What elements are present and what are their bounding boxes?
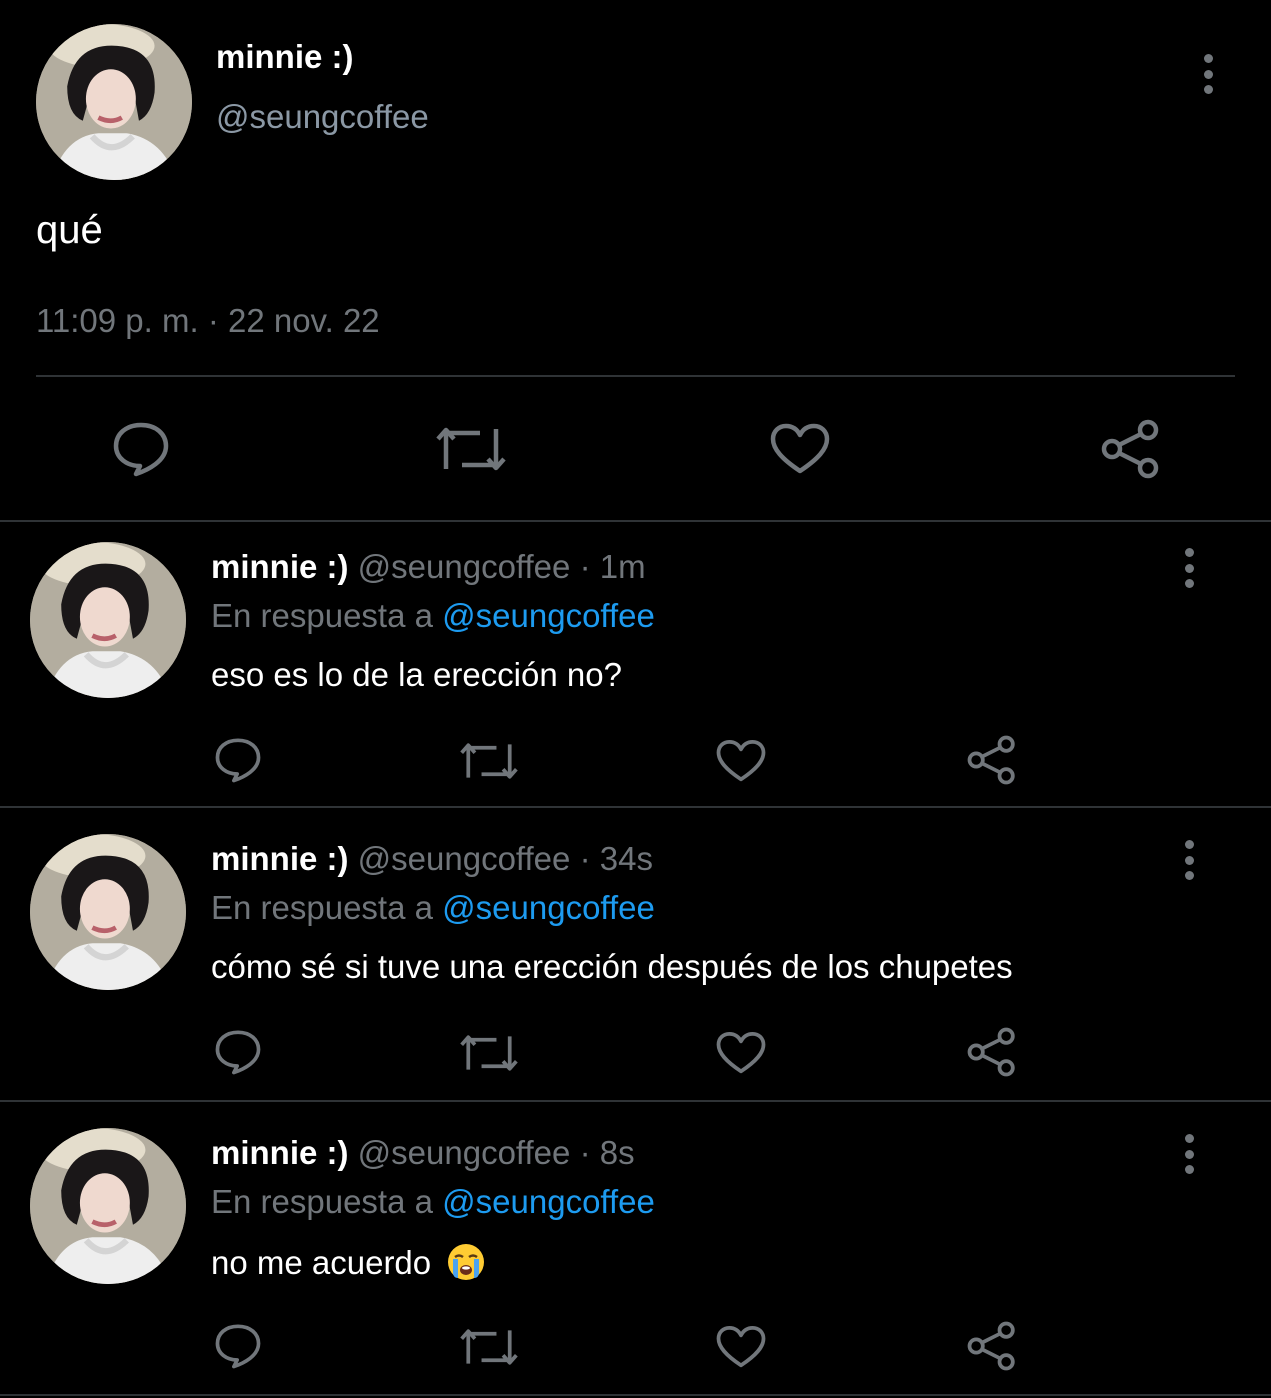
divider [36, 375, 1235, 377]
author-handle[interactable]: @seungcoffee [216, 98, 429, 136]
author-name[interactable]: minnie :) [216, 38, 354, 76]
reply-tweet[interactable]: minnie :) @seungcoffee · 8s En respuesta… [0, 1106, 1271, 1398]
avatar-photo [30, 1128, 186, 1284]
tweet-text: qué [36, 208, 103, 252]
tweet-text: cómo sé si tuve una erección después de … [211, 948, 1013, 985]
reply-header: minnie :) @seungcoffee · 8s [211, 1134, 635, 1172]
reply-tweet[interactable]: minnie :) @seungcoffee · 34s En respuest… [0, 812, 1271, 1104]
tweet-text: eso es lo de la erección no? [211, 656, 622, 693]
reply-prefix: En respuesta a [211, 889, 433, 926]
reply-context: En respuesta a @seungcoffee [211, 597, 655, 635]
like-icon[interactable] [716, 1325, 766, 1369]
share-icon[interactable] [1100, 419, 1162, 479]
divider [0, 806, 1271, 808]
tweet-text: no me acuerdo [211, 1244, 432, 1281]
divider [0, 1100, 1271, 1102]
reply-to-link[interactable]: @seungcoffee [442, 889, 655, 926]
reply-icon[interactable] [214, 737, 262, 783]
reply-context: En respuesta a @seungcoffee [211, 889, 655, 927]
tweet-actions [0, 1321, 1271, 1377]
reply-time[interactable]: 8s [600, 1134, 635, 1171]
more-options-icon[interactable] [1177, 548, 1201, 588]
loudly-crying-face-icon [446, 1242, 486, 1282]
author-handle[interactable]: @seungcoffee [358, 840, 571, 877]
separator: · [579, 548, 591, 585]
reply-tweet[interactable]: minnie :) @seungcoffee · 1m En respuesta… [0, 520, 1271, 812]
avatar-photo [30, 834, 186, 990]
reply-icon[interactable] [214, 1029, 262, 1075]
tweet-actions [0, 735, 1271, 791]
separator: · [579, 1134, 591, 1171]
reply-header: minnie :) @seungcoffee · 1m [211, 548, 646, 586]
reply-to-link[interactable]: @seungcoffee [442, 1183, 655, 1220]
more-options-icon[interactable] [1177, 840, 1201, 880]
tweet-actions [0, 1027, 1271, 1083]
author-name[interactable]: minnie :) [211, 840, 349, 877]
retweet-icon[interactable] [460, 741, 518, 781]
reply-prefix: En respuesta a [211, 1183, 433, 1220]
like-icon[interactable] [770, 423, 830, 475]
reply-header: minnie :) @seungcoffee · 34s [211, 840, 653, 878]
like-icon[interactable] [716, 1031, 766, 1075]
reply-context: En respuesta a @seungcoffee [211, 1183, 655, 1221]
avatar-photo [30, 542, 186, 698]
share-icon[interactable] [966, 1321, 1018, 1371]
thread-view: minnie :) @seungcoffee qué 11:09 p. m. ·… [0, 0, 1271, 1398]
retweet-icon[interactable] [460, 1033, 518, 1073]
more-options-icon[interactable] [1177, 1134, 1201, 1174]
reply-time[interactable]: 1m [600, 548, 646, 585]
share-icon[interactable] [966, 1027, 1018, 1077]
author-name[interactable]: minnie :) [211, 548, 349, 585]
tweet-actions [0, 415, 1271, 485]
more-options-icon[interactable] [1196, 54, 1220, 94]
avatar-photo [36, 24, 192, 180]
tweet-timestamp[interactable]: 11:09 p. m. · 22 nov. 22 [36, 302, 380, 340]
tweet-text-container: no me acuerdo [211, 1242, 486, 1282]
reply-icon[interactable] [214, 1323, 262, 1369]
author-handle[interactable]: @seungcoffee [358, 1134, 571, 1171]
reply-to-link[interactable]: @seungcoffee [442, 597, 655, 634]
reply-icon[interactable] [112, 421, 170, 477]
avatar[interactable] [30, 1128, 186, 1284]
avatar[interactable] [36, 24, 192, 180]
divider [0, 1394, 1271, 1396]
share-icon[interactable] [966, 735, 1018, 785]
retweet-icon[interactable] [460, 1327, 518, 1367]
reply-time[interactable]: 34s [600, 840, 653, 877]
separator: · [579, 840, 591, 877]
like-icon[interactable] [716, 739, 766, 783]
main-tweet: minnie :) @seungcoffee qué 11:09 p. m. ·… [0, 0, 1271, 520]
retweet-icon[interactable] [436, 425, 506, 473]
author-name[interactable]: minnie :) [211, 1134, 349, 1171]
reply-prefix: En respuesta a [211, 597, 433, 634]
author-handle[interactable]: @seungcoffee [358, 548, 571, 585]
avatar[interactable] [30, 542, 186, 698]
avatar[interactable] [30, 834, 186, 990]
